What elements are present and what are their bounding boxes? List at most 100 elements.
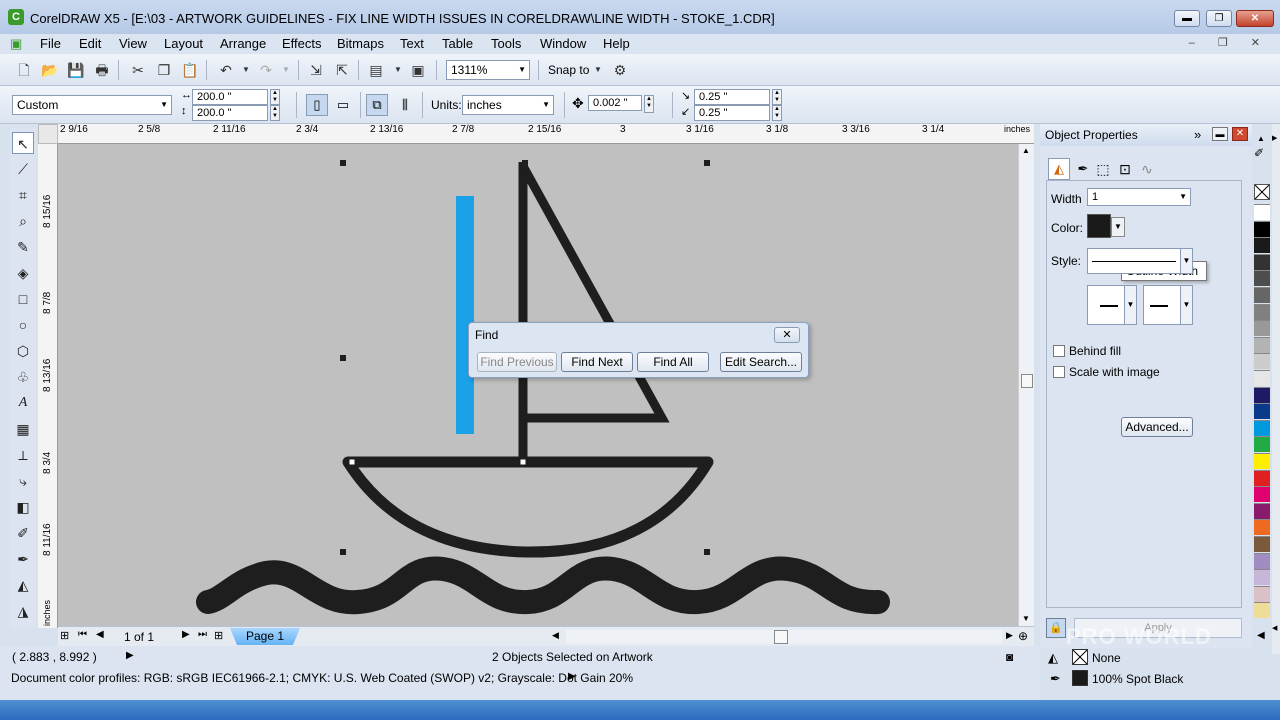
nudge-distance-spinner[interactable]: ▲ ▼ (644, 95, 654, 113)
color-swatch[interactable] (1254, 519, 1270, 536)
outline-tab-icon[interactable]: ✒ (1072, 158, 1094, 180)
pick-tool-icon[interactable]: ↖ (12, 132, 34, 154)
basic-shapes-tool-icon[interactable]: ♧ (12, 366, 34, 388)
open-icon[interactable]: 📂 (40, 60, 60, 80)
color-swatch[interactable] (1254, 536, 1270, 552)
start-arrowhead-combo[interactable]: ▼ (1087, 285, 1137, 325)
scale-with-image-checkbox[interactable] (1053, 366, 1065, 378)
color-profiles-expand-icon[interactable]: ▶ (568, 671, 576, 682)
print-icon[interactable]: 🖶 (92, 60, 112, 80)
color-swatch[interactable] (1254, 419, 1270, 436)
page-tab[interactable]: Page 1 (230, 628, 300, 645)
duplicate-x-spinner[interactable]: ▲ ▼ (772, 89, 782, 105)
interactive-fill-tool-icon[interactable]: ◮ (12, 600, 34, 622)
redo-icon[interactable]: ↷ (256, 60, 276, 80)
object-info-icon[interactable]: ◙ (1006, 650, 1013, 664)
color-swatch[interactable] (1254, 585, 1270, 602)
sail[interactable] (519, 163, 670, 423)
horizontal-ruler[interactable]: 2 9/16 2 5/8 2 11/16 2 3/4 2 13/16 2 7/8… (58, 124, 1034, 144)
color-swatch[interactable] (1254, 270, 1270, 287)
landscape-orientation-button[interactable]: ▭ (332, 94, 354, 116)
color-swatch[interactable] (1254, 237, 1270, 254)
color-swatch[interactable] (1254, 502, 1270, 519)
crop-tab-icon[interactable]: ⊡ (1114, 158, 1136, 180)
drawing-canvas[interactable] (58, 144, 1018, 628)
fill-tab-icon[interactable]: ◭ (1048, 158, 1070, 180)
outline-width-combo[interactable]: 1 ▼ (1087, 188, 1191, 206)
blend-tool-icon[interactable]: ◧ (12, 496, 34, 518)
color-swatch[interactable] (1254, 303, 1270, 320)
color-swatch[interactable] (1254, 253, 1270, 270)
crop-tool-icon[interactable]: ⌗ (12, 184, 34, 206)
cut-icon[interactable]: ✂ (128, 60, 148, 80)
status-expand-icon[interactable]: ▶ (126, 650, 134, 661)
advanced-button[interactable]: Advanced... (1121, 417, 1193, 437)
color-swatch[interactable] (1254, 370, 1270, 386)
paste-icon[interactable]: 📋 (180, 60, 200, 80)
menu-window[interactable]: Window (540, 36, 586, 51)
vertical-scrollbar[interactable]: ▲ ▼ (1018, 144, 1034, 628)
color-swatch[interactable] (1254, 320, 1270, 337)
add-page-before-icon[interactable]: ⊞ (60, 629, 69, 642)
color-swatch[interactable] (1254, 552, 1270, 569)
artwork[interactable] (58, 144, 1018, 628)
color-swatch[interactable] (1254, 287, 1270, 303)
zoom-level-combo[interactable]: 1311% ▼ (446, 60, 530, 80)
fill-tool-icon[interactable]: ◭ (12, 574, 34, 596)
dimension-tool-icon[interactable]: ⟂ (12, 444, 34, 466)
application-launcher-icon[interactable]: ▤ (366, 60, 386, 80)
outline-color-picker[interactable] (1087, 214, 1111, 238)
page-size-preset-combo[interactable]: Custom ▼ (12, 95, 172, 115)
docker-close-icon[interactable]: ✕ (1232, 127, 1248, 141)
coreldraw-app-icon[interactable]: C (8, 9, 24, 25)
color-swatch[interactable] (1254, 436, 1270, 453)
menu-tools[interactable]: Tools (491, 36, 521, 51)
docker-minimize-icon[interactable]: ▬ (1212, 127, 1228, 141)
menu-table[interactable]: Table (442, 36, 473, 51)
scroll-right-icon[interactable]: ▶ (1006, 630, 1013, 641)
export-icon[interactable]: ⇱ (332, 60, 352, 80)
eyedropper-tool-icon[interactable]: ✐ (12, 522, 34, 544)
restore-button[interactable]: ❐ (1206, 10, 1232, 27)
waves[interactable] (196, 556, 890, 615)
curve-tab-icon[interactable]: ∿ (1136, 158, 1158, 180)
fill-indicator[interactable]: ◭ None (1048, 648, 1248, 668)
previous-page-icon[interactable]: ◀ (96, 629, 104, 640)
color-swatch[interactable] (1254, 469, 1270, 486)
welcome-screen-icon[interactable]: ▣ (408, 60, 428, 80)
launcher-dropdown-icon[interactable]: ▼ (388, 60, 408, 80)
scroll-down-icon[interactable]: ▼ (1022, 614, 1030, 623)
units-combo[interactable]: inches ▼ (462, 95, 554, 115)
ellipse-tool-icon[interactable]: ○ (12, 314, 34, 336)
menu-layout[interactable]: Layout (164, 36, 203, 51)
outline-style-combo[interactable]: ▼ (1087, 248, 1193, 274)
find-previous-button[interactable]: Find Previous (477, 352, 557, 372)
duplicate-y-spinner[interactable]: ▲ ▼ (772, 105, 782, 121)
menu-bitmaps[interactable]: Bitmaps (337, 36, 384, 51)
palette-scroll-up-icon[interactable]: ▲ (1257, 134, 1265, 143)
color-swatch[interactable] (1254, 386, 1270, 403)
scroll-up-icon[interactable]: ▲ (1022, 146, 1030, 155)
edit-search-button[interactable]: Edit Search... (720, 352, 802, 372)
text-tool-icon[interactable]: A (12, 392, 34, 414)
color-swatch[interactable] (1254, 204, 1270, 220)
current-page-button[interactable]: ⫼ (394, 94, 416, 116)
menu-file[interactable]: File (40, 36, 61, 51)
scroll-thumb[interactable] (1021, 374, 1033, 388)
table-tool-icon[interactable]: ▦ (12, 418, 34, 440)
new-document-icon[interactable]: 🗋 (14, 60, 34, 80)
vertical-ruler[interactable]: 8 15/16 8 7/8 8 13/16 8 3/4 8 11/16 inch… (38, 144, 58, 628)
scroll-left-icon[interactable]: ◀ (552, 630, 559, 641)
horizontal-scrollbar[interactable] (566, 630, 1002, 644)
find-all-button[interactable]: Find All (637, 352, 709, 372)
behind-fill-checkbox[interactable] (1053, 345, 1065, 357)
scroll-thumb[interactable] (774, 630, 788, 644)
last-page-icon[interactable]: ⏭ (198, 629, 207, 640)
doc-menu-icon[interactable]: ▣ (10, 36, 22, 52)
snap-to-button[interactable]: Snap to (548, 63, 589, 77)
redo-dropdown-icon[interactable]: ▼ (276, 60, 296, 80)
zoom-tool-icon[interactable]: ⌕ (12, 210, 34, 232)
page-width-field[interactable]: 200.0 " (192, 89, 268, 105)
minimize-button[interactable]: ▬ (1174, 10, 1200, 27)
first-page-icon[interactable]: ⏮ (78, 629, 87, 640)
